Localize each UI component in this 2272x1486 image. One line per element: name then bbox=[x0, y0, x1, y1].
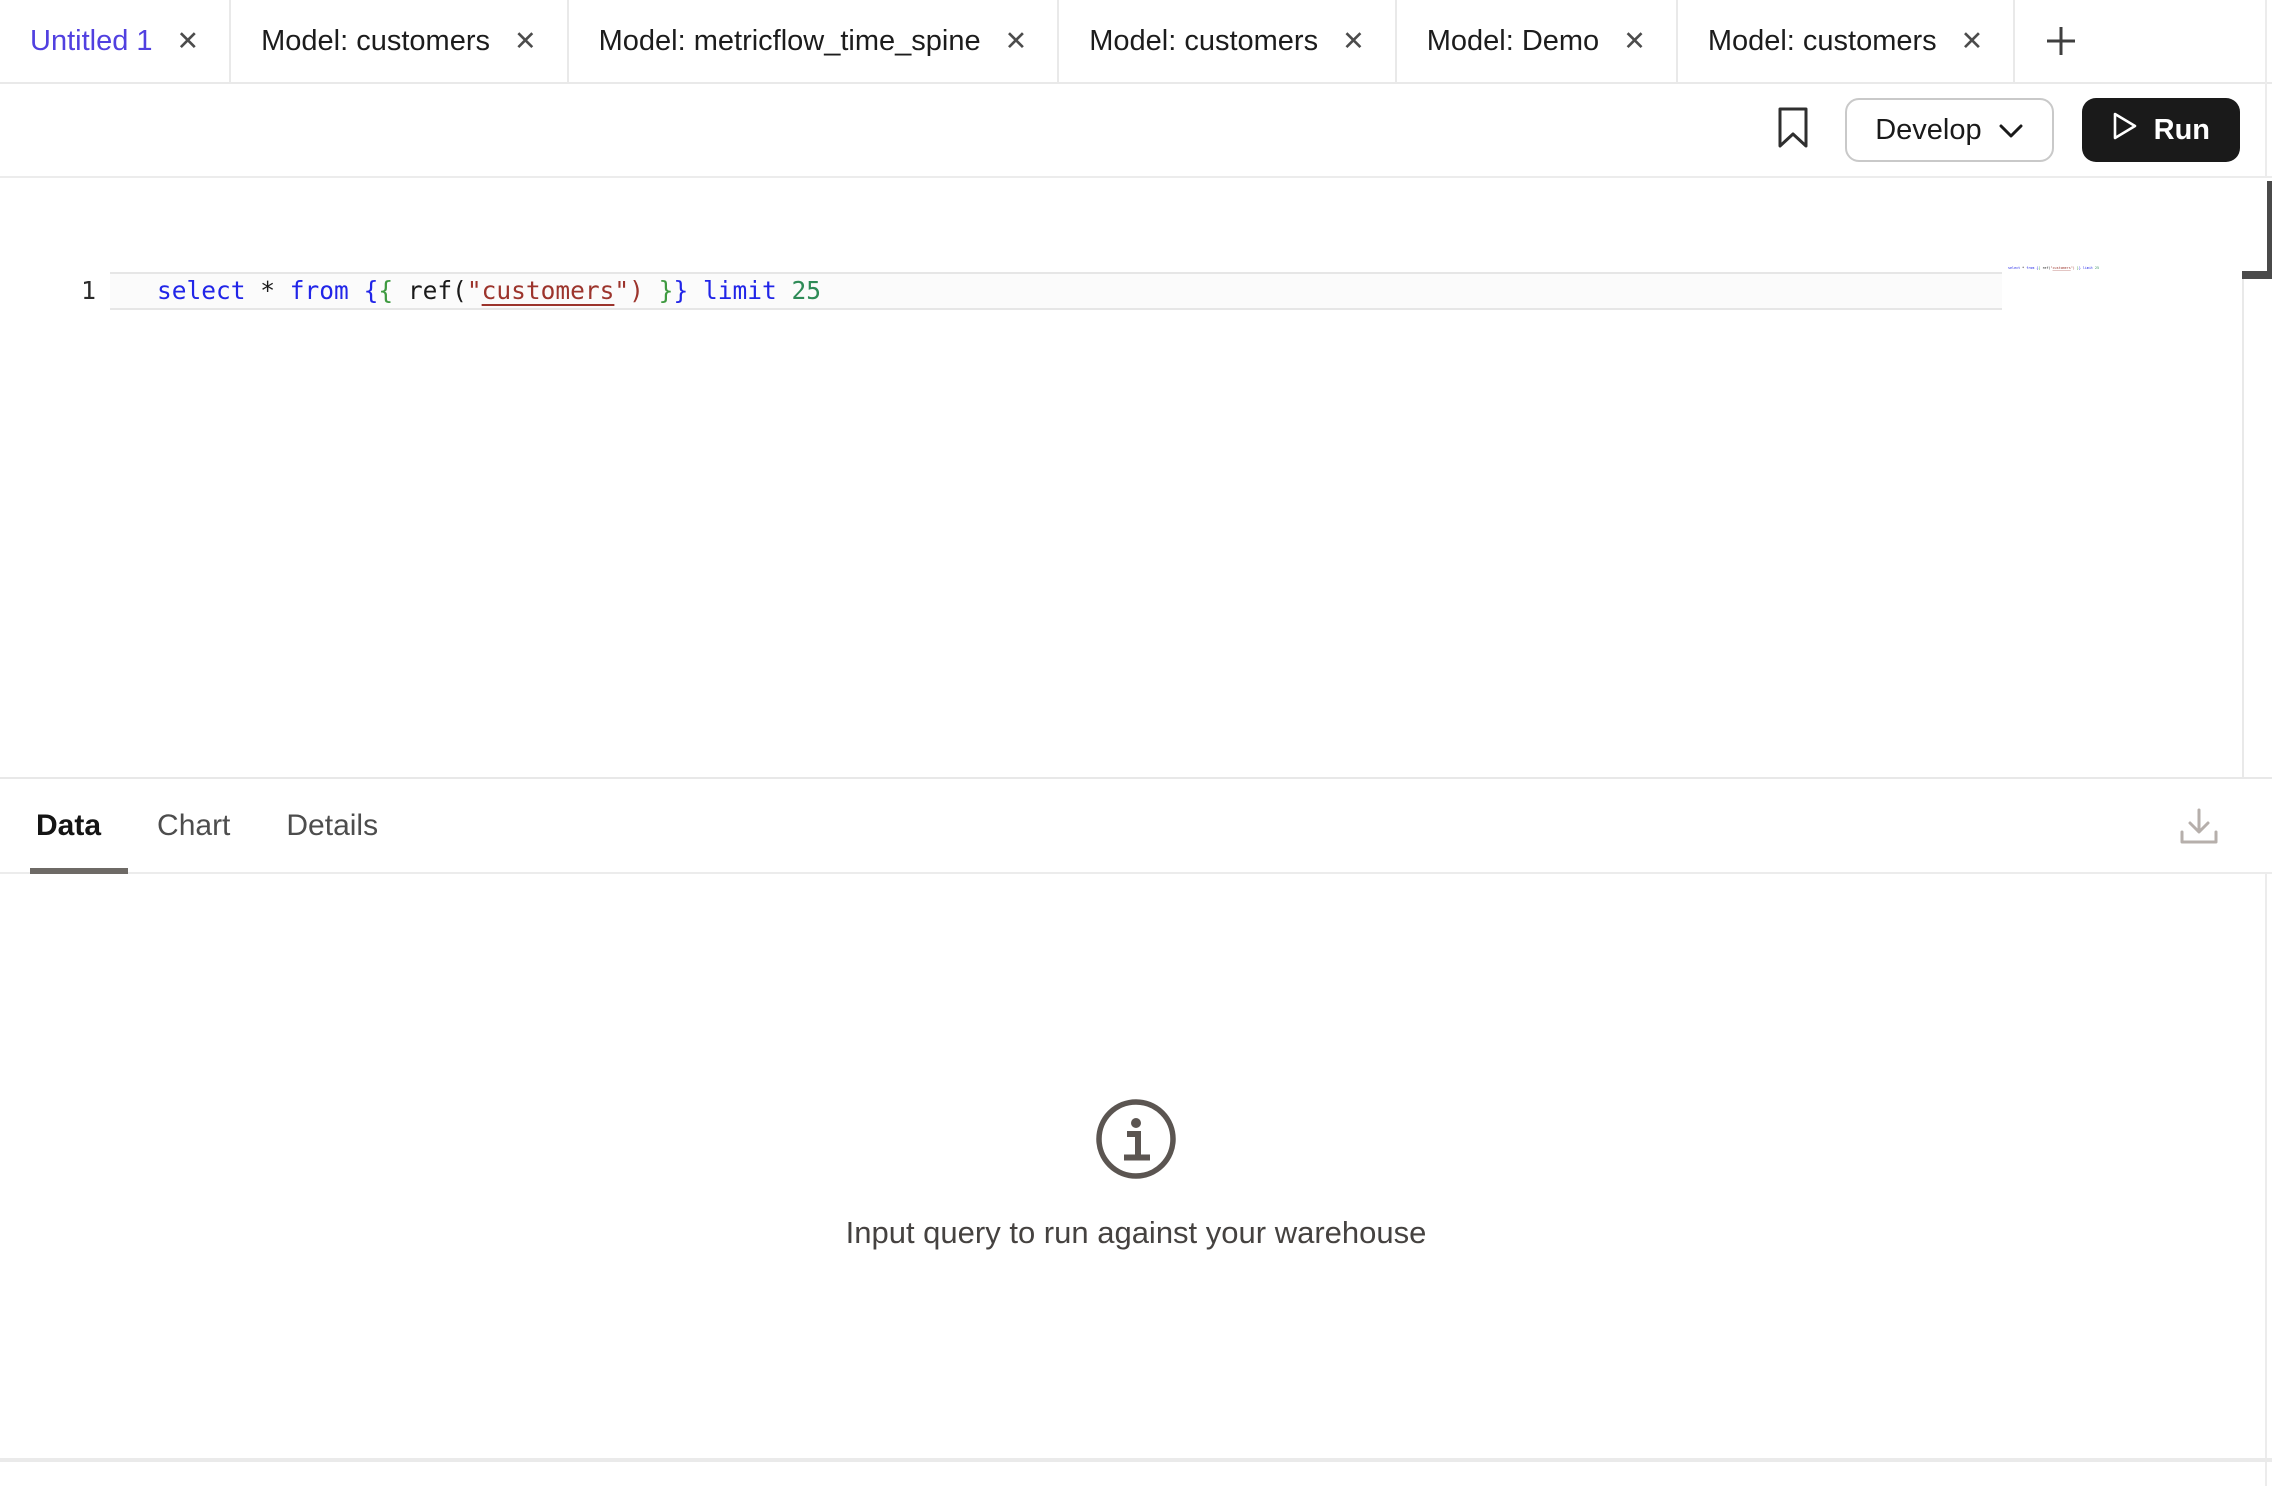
code-token: { bbox=[378, 276, 393, 305]
code-token bbox=[644, 276, 659, 305]
info-icon bbox=[1093, 1096, 1179, 1187]
code-token: " bbox=[467, 276, 482, 305]
editor-toolbar: Develop Run bbox=[0, 84, 2272, 178]
code-token: select bbox=[157, 276, 246, 305]
line-number: 1 bbox=[0, 274, 96, 308]
close-icon[interactable]: ✕ bbox=[1623, 28, 1646, 55]
chevron-down-icon bbox=[1998, 114, 2024, 147]
bookmark-icon bbox=[1776, 106, 1810, 155]
tab-model-demo[interactable]: Model: Demo ✕ bbox=[1397, 0, 1678, 82]
tab-model-customers-2[interactable]: Model: customers ✕ bbox=[1059, 0, 1396, 82]
ide-window: Untitled 1 ✕ Model: customers ✕ Model: m… bbox=[0, 0, 2272, 1486]
tab-model-metricflow-time-spine[interactable]: Model: metricflow_time_spine ✕ bbox=[569, 0, 1060, 82]
code-token bbox=[777, 276, 792, 305]
develop-button-label: Develop bbox=[1875, 114, 1981, 147]
code-token: ") bbox=[614, 276, 644, 305]
empty-state-message: Input query to run against your warehous… bbox=[0, 1215, 2272, 1251]
results-tab-bar: Data Chart Details bbox=[0, 779, 2272, 872]
minimap-token: ref( bbox=[2040, 266, 2050, 270]
tab-model-customers-3[interactable]: Model: customers ✕ bbox=[1678, 0, 2015, 82]
download-icon bbox=[2176, 804, 2222, 855]
code-token: } bbox=[659, 276, 674, 305]
ref-model-link[interactable]: customers bbox=[482, 276, 615, 305]
tab-untitled-1[interactable]: Untitled 1 ✕ bbox=[0, 0, 231, 82]
code-token: } bbox=[673, 276, 688, 305]
close-icon[interactable]: ✕ bbox=[1005, 28, 1028, 55]
tab-label: Untitled 1 bbox=[30, 25, 153, 58]
right-edge-divider bbox=[2265, 0, 2267, 178]
active-tab-underline bbox=[30, 868, 128, 874]
bottom-divider bbox=[0, 1458, 2272, 1462]
close-icon[interactable]: ✕ bbox=[1961, 28, 1984, 55]
results-empty-state: Input query to run against your warehous… bbox=[0, 1096, 2272, 1251]
code-token bbox=[349, 276, 364, 305]
close-icon[interactable]: ✕ bbox=[1342, 28, 1365, 55]
code-line[interactable]: select * from {{ ref("customers") }} lim… bbox=[157, 274, 821, 308]
minimap-token: 25 bbox=[2095, 266, 2099, 270]
editor-minimap[interactable]: select * from {{ ref("customers") }} lim… bbox=[2008, 266, 2099, 270]
run-button-label: Run bbox=[2154, 114, 2210, 147]
tab-model-customers-1[interactable]: Model: customers ✕ bbox=[231, 0, 568, 82]
run-button[interactable]: Run bbox=[2082, 98, 2240, 162]
close-icon[interactable]: ✕ bbox=[177, 28, 200, 55]
code-token: 25 bbox=[792, 276, 822, 305]
tab-label: Model: customers bbox=[1708, 25, 1937, 58]
tab-data[interactable]: Data bbox=[36, 809, 101, 843]
tab-label: Model: customers bbox=[261, 25, 490, 58]
minimap-token: select bbox=[2008, 266, 2020, 270]
play-icon bbox=[2112, 111, 2138, 149]
editor-scrollbar-thumb[interactable] bbox=[2267, 181, 2272, 277]
sql-editor[interactable]: 1 select * from {{ ref("customers") }} l… bbox=[0, 178, 2272, 777]
tab-label: Model: Demo bbox=[1427, 25, 1599, 58]
code-token: ref( bbox=[393, 276, 467, 305]
code-token: limit bbox=[703, 276, 777, 305]
download-results-button[interactable] bbox=[2172, 802, 2226, 856]
plus-icon bbox=[2041, 21, 2081, 61]
bookmark-button[interactable] bbox=[1769, 102, 1817, 158]
minimap-divider bbox=[2242, 279, 2244, 777]
code-token bbox=[688, 276, 703, 305]
develop-button[interactable]: Develop bbox=[1845, 98, 2053, 162]
code-token: { bbox=[364, 276, 379, 305]
minimap-token: customers bbox=[2053, 266, 2071, 270]
minimap-token: limit bbox=[2083, 266, 2093, 270]
tab-chart[interactable]: Chart bbox=[157, 809, 230, 843]
new-tab-button[interactable] bbox=[2015, 0, 2107, 82]
close-icon[interactable]: ✕ bbox=[514, 28, 537, 55]
tab-label: Model: metricflow_time_spine bbox=[599, 25, 981, 58]
minimap-token: from bbox=[2026, 266, 2034, 270]
code-token: * bbox=[246, 276, 290, 305]
tab-bar: Untitled 1 ✕ Model: customers ✕ Model: m… bbox=[0, 0, 2272, 84]
tab-details[interactable]: Details bbox=[286, 809, 378, 843]
code-token: from bbox=[290, 276, 349, 305]
tab-label: Model: customers bbox=[1089, 25, 1318, 58]
results-tabs-border bbox=[0, 872, 2272, 874]
